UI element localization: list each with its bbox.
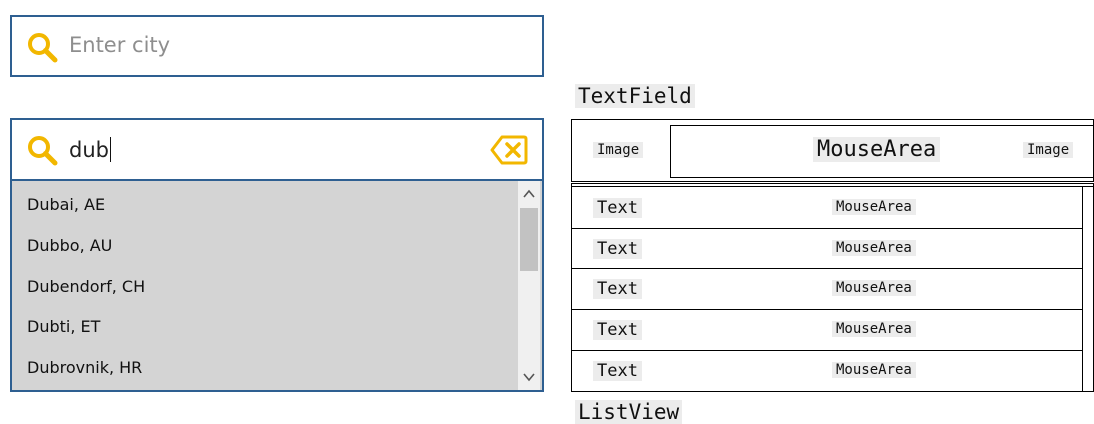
row-text-label: Text xyxy=(593,239,642,259)
list-item[interactable]: Dubti, ET xyxy=(12,307,518,347)
row-text-label: Text xyxy=(593,320,642,340)
row-text-label: Text xyxy=(593,198,642,218)
list-item[interactable]: Dubrovnik, HR xyxy=(12,348,518,388)
row-mousearea-label: MouseArea xyxy=(832,240,916,256)
listview-caption: ListView xyxy=(575,400,683,424)
list-item[interactable]: Dubendorf, CH xyxy=(12,267,518,307)
backspace-clear-icon[interactable] xyxy=(490,134,528,166)
row-mousearea-label: MouseArea xyxy=(832,199,916,215)
divider xyxy=(571,350,1082,351)
divider xyxy=(571,268,1082,269)
search-icon xyxy=(28,33,58,63)
city-search-field-active[interactable]: dub xyxy=(10,118,544,181)
search-icon xyxy=(28,136,58,166)
scrollbar-diagram-divider xyxy=(1082,186,1083,392)
row-text-label: Text xyxy=(593,361,642,381)
scroll-down-icon[interactable] xyxy=(522,370,536,384)
mousearea-label: MouseArea xyxy=(813,137,941,162)
right-image-label: Image xyxy=(1023,142,1074,158)
textfield-caption: TextField xyxy=(575,84,695,108)
row-text-label: Text xyxy=(593,279,642,299)
list-item[interactable]: Dubai, AE xyxy=(12,185,518,225)
row-mousearea-label: MouseArea xyxy=(832,362,916,378)
scroll-up-icon[interactable] xyxy=(522,187,536,201)
divider xyxy=(571,309,1082,310)
city-search-field-empty[interactable]: Enter city xyxy=(10,15,544,77)
row-mousearea-label: MouseArea xyxy=(832,321,916,337)
divider xyxy=(571,186,1094,187)
left-image-label: Image xyxy=(593,142,644,158)
search-input[interactable]: dub xyxy=(69,137,112,162)
list-item[interactable]: Dubbo, AU xyxy=(12,226,518,266)
divider xyxy=(571,228,1082,229)
scrollbar-thumb[interactable] xyxy=(520,208,538,271)
vertical-scrollbar[interactable] xyxy=(518,181,540,390)
text-caret xyxy=(109,137,112,162)
search-input-value: dub xyxy=(69,138,109,162)
row-mousearea-label: MouseArea xyxy=(832,280,916,296)
city-suggestions-list[interactable]: Dubai, AE Dubbo, AU Dubendorf, CH Dubti,… xyxy=(10,181,544,392)
search-placeholder: Enter city xyxy=(69,33,171,57)
